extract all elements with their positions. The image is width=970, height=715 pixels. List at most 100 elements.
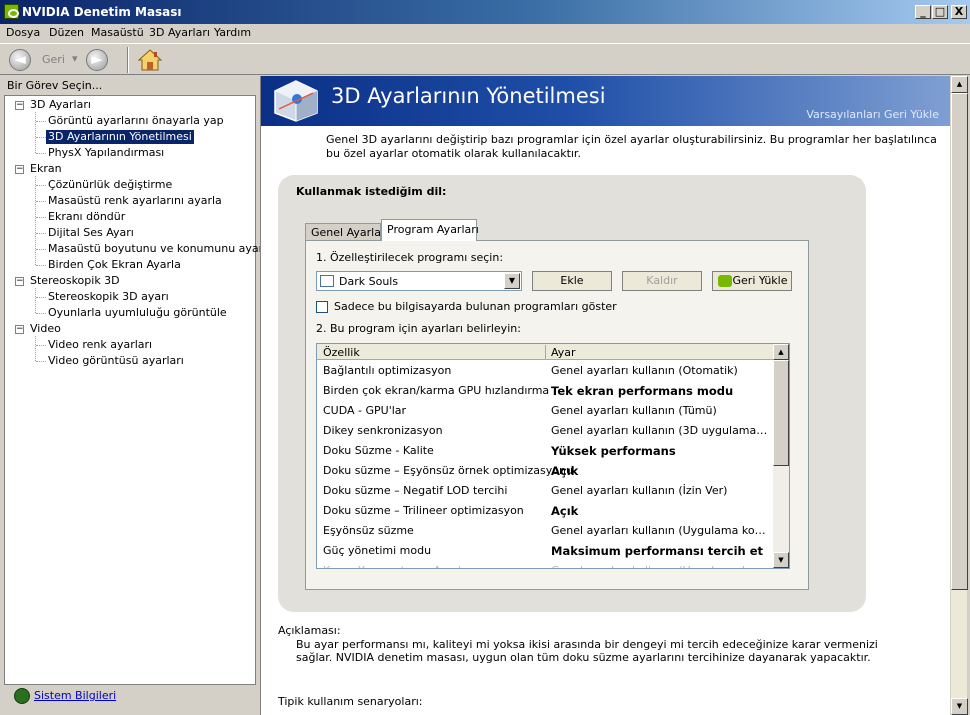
setting-cell[interactable]: Açık (551, 501, 769, 521)
add-program-button[interactable]: Ekle (532, 271, 612, 291)
local-programs-label: Sadece bu bilgisayarda bulunan programla… (334, 300, 617, 313)
history-dropdown-icon[interactable]: ▾ (72, 52, 78, 65)
tree-group-3d-settings[interactable]: 3D Ayarları (30, 98, 91, 112)
tree-group-stereoscopic[interactable]: Stereoskopik 3D (30, 274, 120, 288)
system-info-label[interactable]: Sistem Bilgileri (34, 689, 116, 702)
restore-program-button[interactable]: Geri Yükle (712, 271, 792, 291)
table-row[interactable]: Birden çok ekran/karma GPU hızlandırma Te… (317, 381, 773, 401)
back-button[interactable]: ◄ (9, 49, 31, 71)
column-header-setting[interactable]: Ayar (551, 346, 576, 359)
tree-item-image-presets[interactable]: Görüntü ayarlarını önayarla yap (48, 114, 224, 128)
table-row[interactable]: Eşyönsüz süzme Genel ayarları kullanın (U… (317, 521, 773, 541)
setting-cell[interactable]: Maksimum performansı tercih et (551, 541, 769, 561)
tree-item-rotate-display[interactable]: Ekranı döndür (48, 210, 125, 224)
maximize-button[interactable]: □ (932, 5, 948, 19)
table-row[interactable]: Güç yönetimi modu Maksimum performansı te… (317, 541, 773, 561)
restore-defaults-link[interactable]: Varsayılanları Geri Yükle (806, 108, 939, 121)
tree-item-video-image[interactable]: Video görüntüsü ayarları (48, 354, 184, 368)
feature-cell: Doku Süzme - Kalite (323, 444, 434, 457)
tree-line (36, 313, 46, 314)
setting-cell[interactable]: Genel ayarları kullanın (Tümü) (551, 401, 769, 421)
feature-cell: Birden çok ekran/karma GPU hızlandırma (323, 384, 550, 397)
setting-cell[interactable]: Genel ayarları kullanın (3D uygulama aya… (551, 421, 769, 441)
tree-item-multiple-displays[interactable]: Birden Çok Ekran Ayarla (48, 258, 181, 272)
tree-item-desktop-color[interactable]: Masaüstü renk ayarlarını ayarla (48, 194, 222, 208)
window-title: NVIDIA Denetim Masası (22, 5, 182, 19)
main-scroll-up-icon[interactable]: ▲ (951, 76, 968, 93)
program-select[interactable]: Dark Souls ▼ (316, 271, 522, 291)
tree-item-physx[interactable]: PhysX Yapılandırması (48, 146, 164, 160)
menu-file[interactable]: Dosya (6, 26, 40, 39)
expander-display[interactable]: − (15, 165, 24, 174)
menu-edit[interactable]: Düzen (49, 26, 84, 39)
scroll-down-icon[interactable]: ▼ (773, 552, 789, 568)
tree-item-change-resolution[interactable]: Çözünürlük değiştirme (48, 178, 172, 192)
table-row[interactable]: Doku Süzme - Kalite Yüksek performans (317, 441, 773, 461)
tab-program-settings[interactable]: Program Ayarları (381, 219, 479, 241)
main-scroll-thumb[interactable] (951, 93, 968, 590)
setting-cell[interactable]: Tek ekran performans modu (551, 381, 769, 401)
column-header-feature[interactable]: Özellik (323, 346, 360, 359)
menu-desktop[interactable]: Masaüstü (91, 26, 144, 39)
grid-scroll-thumb[interactable] (773, 360, 789, 466)
table-row[interactable]: CUDA - GPU'lar Genel ayarları kullanın (T… (317, 401, 773, 421)
grid-scrollbar[interactable]: ▲ ▼ (773, 344, 789, 568)
settings-panel: Kullanmak istediğim dil: Genel Ayarlar P… (278, 175, 866, 612)
tree-line (36, 201, 46, 202)
close-button[interactable]: X (951, 5, 967, 19)
column-separator[interactable] (545, 345, 546, 359)
tree-group-video[interactable]: Video (30, 322, 61, 336)
table-row[interactable]: Kenar Yumuşatma - Ayarlar Genel ayarları … (317, 561, 773, 568)
feature-cell: Bağlantılı optimizasyon (323, 364, 452, 377)
main-scroll-down-icon[interactable]: ▼ (951, 698, 968, 715)
menu-3d-settings[interactable]: 3D Ayarları (149, 26, 210, 39)
tree-group-display[interactable]: Ekran (30, 162, 62, 176)
feature-cell: CUDA - GPU'lar (323, 404, 407, 417)
toolbar-separator (127, 47, 129, 73)
tree-item-manage-3d-settings[interactable]: 3D Ayarlarının Yönetilmesi (46, 130, 194, 144)
back-label: Geri (42, 53, 65, 66)
setting-cell[interactable]: Açık (551, 461, 769, 481)
tree-item-digital-audio[interactable]: Dijital Ses Ayarı (48, 226, 134, 240)
tree-item-stereo-setup[interactable]: Stereoskopik 3D ayarı (48, 290, 169, 304)
feature-cell: Doku süzme – Trilineer optimizasyon (323, 504, 524, 517)
main-scrollbar[interactable]: ▲ ▼ (950, 76, 968, 715)
expander-video[interactable]: − (15, 325, 24, 334)
tree-item-video-color[interactable]: Video renk ayarları (48, 338, 152, 352)
restore-program-label: Geri Yükle (732, 274, 788, 287)
remove-program-button[interactable]: Kaldır (622, 271, 702, 291)
local-programs-checkbox[interactable] (316, 301, 328, 313)
table-row[interactable]: Doku süzme – Negatif LOD tercihi Genel ay… (317, 481, 773, 501)
table-row[interactable]: Bağlantılı optimizasyon Genel ayarları ku… (317, 361, 773, 381)
program-window-icon (320, 275, 334, 287)
chevron-down-icon[interactable]: ▼ (504, 273, 520, 289)
tree-line (36, 153, 46, 154)
expander-3d-settings[interactable]: − (15, 101, 24, 110)
setting-cell[interactable]: Genel ayarları kullanın (Uygulama kontro… (551, 561, 769, 568)
3d-cube-icon (274, 80, 318, 122)
setting-cell[interactable]: Genel ayarları kullanın (Otomatik) (551, 361, 769, 381)
scroll-up-icon[interactable]: ▲ (773, 344, 789, 360)
system-info-icon (14, 688, 30, 704)
expander-stereoscopic[interactable]: − (15, 277, 24, 286)
nvidia-app-icon (4, 4, 19, 19)
tab-global-settings[interactable]: Genel Ayarlar (305, 223, 385, 241)
tree-line (36, 233, 46, 234)
feature-cell: Doku süzme – Eşyönsüz örnek optimizasyon… (323, 464, 573, 477)
step1-label: 1. Özelleştirilecek programı seçin: (316, 251, 504, 264)
setting-cell[interactable]: Yüksek performans (551, 441, 769, 461)
tree-item-game-compatibility[interactable]: Oyunlarla uyumluluğu görüntüle (48, 306, 227, 320)
home-icon[interactable] (137, 48, 163, 72)
task-tree: − 3D Ayarları Görüntü ayarlarını önayarl… (4, 95, 273, 685)
setting-cell[interactable]: Genel ayarları kullanın (İzin Ver) (551, 481, 769, 501)
tree-line (35, 112, 36, 153)
feature-cell: Doku süzme – Negatif LOD tercihi (323, 484, 508, 497)
table-row[interactable]: Doku süzme – Eşyönsüz örnek optimizasyon… (317, 461, 773, 481)
minimize-button[interactable]: _ (915, 5, 931, 19)
table-row[interactable]: Doku süzme – Trilineer optimizasyon Açık (317, 501, 773, 521)
setting-cell[interactable]: Genel ayarları kullanın (Uygulama kontro… (551, 521, 769, 541)
menu-help[interactable]: Yardım (214, 26, 251, 39)
tree-item-desktop-size[interactable]: Masaüstü boyutunu ve konumunu ayarla (48, 242, 273, 256)
table-row[interactable]: Dikey senkronizasyon Genel ayarları kulla… (317, 421, 773, 441)
forward-button[interactable]: ► (86, 49, 108, 71)
